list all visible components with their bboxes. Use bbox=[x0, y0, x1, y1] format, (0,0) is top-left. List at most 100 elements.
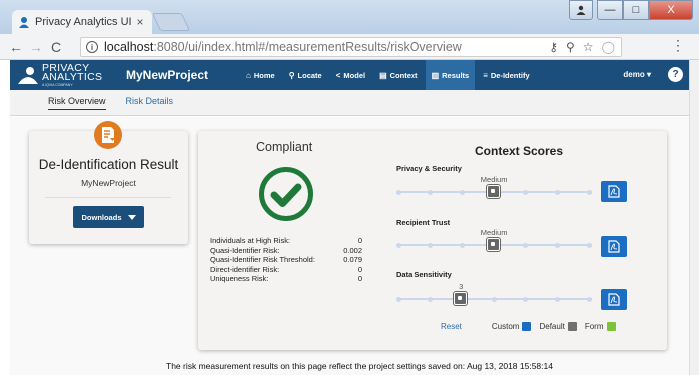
nav-label: Home bbox=[253, 70, 275, 80]
browser-titlebar: Privacy Analytics UI - Me × — □ X bbox=[0, 0, 699, 34]
metric-row: Individuals at High Risk: 0 bbox=[210, 236, 362, 246]
downloads-button[interactable]: Downloads bbox=[73, 206, 144, 228]
browser-menu-icon[interactable]: ⋮ bbox=[671, 38, 685, 52]
slider-step[interactable] bbox=[396, 242, 401, 248]
user-profile-icon[interactable] bbox=[569, 0, 593, 20]
slider-step[interactable] bbox=[555, 296, 561, 302]
slider-step[interactable] bbox=[427, 189, 433, 195]
pdf-icon bbox=[608, 185, 620, 198]
nav-locate[interactable]: ⚲ Locate bbox=[283, 60, 328, 90]
user-menu[interactable]: demo ▾ bbox=[623, 70, 651, 79]
sub-tab-bar: Risk Overview Risk Details bbox=[10, 90, 689, 116]
nav-results[interactable]: ▥ Results bbox=[425, 60, 476, 90]
slider-step[interactable] bbox=[523, 242, 529, 248]
back-arrow-icon[interactable]: ← bbox=[6, 39, 26, 55]
bookmark-star-icon[interactable]: ☆ bbox=[583, 40, 594, 54]
metric-label: Quasi-Identifier Risk: bbox=[210, 245, 280, 255]
slider-thumb[interactable] bbox=[454, 292, 468, 305]
window-controls: — □ X bbox=[569, 0, 693, 20]
slider-step[interactable] bbox=[587, 242, 592, 248]
context-score-slider[interactable] bbox=[396, 292, 592, 305]
nav-label: Context bbox=[389, 70, 418, 80]
slider-step[interactable] bbox=[523, 296, 529, 302]
privacy-analytics-logo[interactable]: PRIVACY ANALYTICS A IQVIA COMPANY bbox=[18, 63, 120, 87]
metric-row: Quasi-Identifier Risk: 0.002 bbox=[210, 246, 362, 256]
share-icon: < bbox=[335, 70, 341, 80]
nav-label: De-Identify bbox=[490, 70, 530, 80]
help-icon[interactable]: ? bbox=[668, 67, 683, 82]
main-nav: ⌂ Home ⚲ Locate < Model ▤ Context ▥ Results ≡ De-Id… bbox=[240, 60, 538, 90]
slider-step[interactable] bbox=[459, 242, 465, 248]
logo-person-icon bbox=[18, 67, 38, 84]
slider-step[interactable] bbox=[459, 189, 465, 195]
nav-home[interactable]: ⌂ Home bbox=[240, 60, 281, 90]
metric-label: Direct-identifier Risk: bbox=[210, 264, 280, 274]
slider-thumb[interactable] bbox=[487, 185, 500, 198]
slider-step[interactable] bbox=[555, 189, 561, 195]
slider-step[interactable] bbox=[427, 242, 433, 248]
metric-label: Uniqueness Risk: bbox=[210, 274, 269, 283]
slider-step[interactable] bbox=[555, 242, 561, 248]
metric-value: 0 bbox=[357, 274, 362, 283]
slider-thumb[interactable] bbox=[487, 238, 500, 251]
tab-risk-details[interactable]: Risk Details bbox=[126, 96, 174, 109]
context-score-label: Data Sensitivity bbox=[396, 270, 452, 279]
context-scores-title: Context Scores bbox=[475, 144, 564, 158]
minimize-button[interactable]: — bbox=[597, 0, 623, 20]
nav-model[interactable]: < Model bbox=[330, 60, 371, 90]
zoom-icon[interactable]: ⚲ bbox=[566, 40, 575, 54]
pdf-icon bbox=[608, 293, 620, 306]
compliance-status: Compliant bbox=[256, 140, 313, 154]
address-bar[interactable]: i localhost:8080/ui/index.html#/measurem… bbox=[80, 37, 622, 57]
new-tab-button[interactable] bbox=[151, 13, 191, 31]
legend-custom-swatch bbox=[522, 322, 532, 331]
extension-icon[interactable]: ◯ bbox=[602, 40, 615, 54]
legend-form-swatch bbox=[606, 322, 616, 331]
slider-step[interactable] bbox=[587, 189, 592, 195]
tab-close-icon[interactable]: × bbox=[134, 15, 146, 29]
browser-tab[interactable]: Privacy Analytics UI - Me × bbox=[12, 10, 152, 34]
slider-value: 3 bbox=[459, 282, 464, 291]
forward-arrow-icon[interactable]: → bbox=[26, 39, 46, 55]
legend-default-label: Default bbox=[539, 322, 565, 331]
browser-toolbar: ← → C i localhost:8080/ui/index.html#/me… bbox=[0, 34, 699, 60]
metric-row: Direct-identifier Risk: 0 bbox=[210, 265, 362, 275]
slider-step[interactable] bbox=[396, 296, 401, 302]
pdf-download-button[interactable] bbox=[601, 181, 627, 202]
slider-step[interactable] bbox=[491, 296, 497, 302]
metric-label: Quasi-Identifier Risk Threshold: bbox=[210, 255, 315, 264]
slider-step[interactable] bbox=[427, 296, 433, 302]
pdf-download-button[interactable] bbox=[601, 236, 627, 257]
deid-document-icon bbox=[94, 121, 122, 149]
compliant-check-icon bbox=[259, 167, 313, 221]
project-name[interactable]: MyNewProject bbox=[126, 68, 236, 82]
nav-de-identify[interactable]: ≡ De-Identify bbox=[477, 60, 535, 90]
url-path: :8080/ui/index.html#/measurementResults/… bbox=[153, 40, 462, 54]
maximize-button[interactable]: □ bbox=[623, 0, 649, 20]
home-icon: ⌂ bbox=[246, 70, 251, 80]
results-icon: ▥ bbox=[431, 70, 440, 80]
nav-context[interactable]: ▤ Context bbox=[373, 60, 423, 90]
nav-label: Results bbox=[442, 70, 470, 80]
reload-icon[interactable]: C bbox=[46, 39, 66, 55]
context-score-slider[interactable] bbox=[396, 238, 592, 251]
context-score-slider[interactable] bbox=[396, 185, 592, 198]
location-icon: ⚲ bbox=[288, 70, 295, 80]
tab-risk-overview[interactable]: Risk Overview bbox=[48, 96, 106, 110]
metric-label: Individuals at High Risk: bbox=[210, 236, 291, 245]
site-info-icon[interactable]: i bbox=[86, 41, 98, 53]
close-window-button[interactable]: X bbox=[649, 0, 693, 20]
page-scrollbar[interactable] bbox=[689, 60, 699, 375]
slider-value: Medium bbox=[480, 228, 508, 237]
slider-step[interactable] bbox=[587, 296, 592, 302]
pdf-download-button[interactable] bbox=[601, 289, 627, 310]
reset-link[interactable]: Reset bbox=[441, 322, 462, 331]
nav-label: Model bbox=[343, 70, 366, 80]
key-icon[interactable]: ⚷ bbox=[549, 40, 558, 54]
deidentify-icon: ≡ bbox=[483, 70, 488, 80]
deid-result-title: De-Identification Result bbox=[38, 157, 179, 172]
slider-step[interactable] bbox=[396, 189, 401, 195]
context-icon: ▤ bbox=[379, 70, 387, 80]
nav-label: Locate bbox=[297, 70, 322, 80]
slider-step[interactable] bbox=[523, 189, 529, 195]
